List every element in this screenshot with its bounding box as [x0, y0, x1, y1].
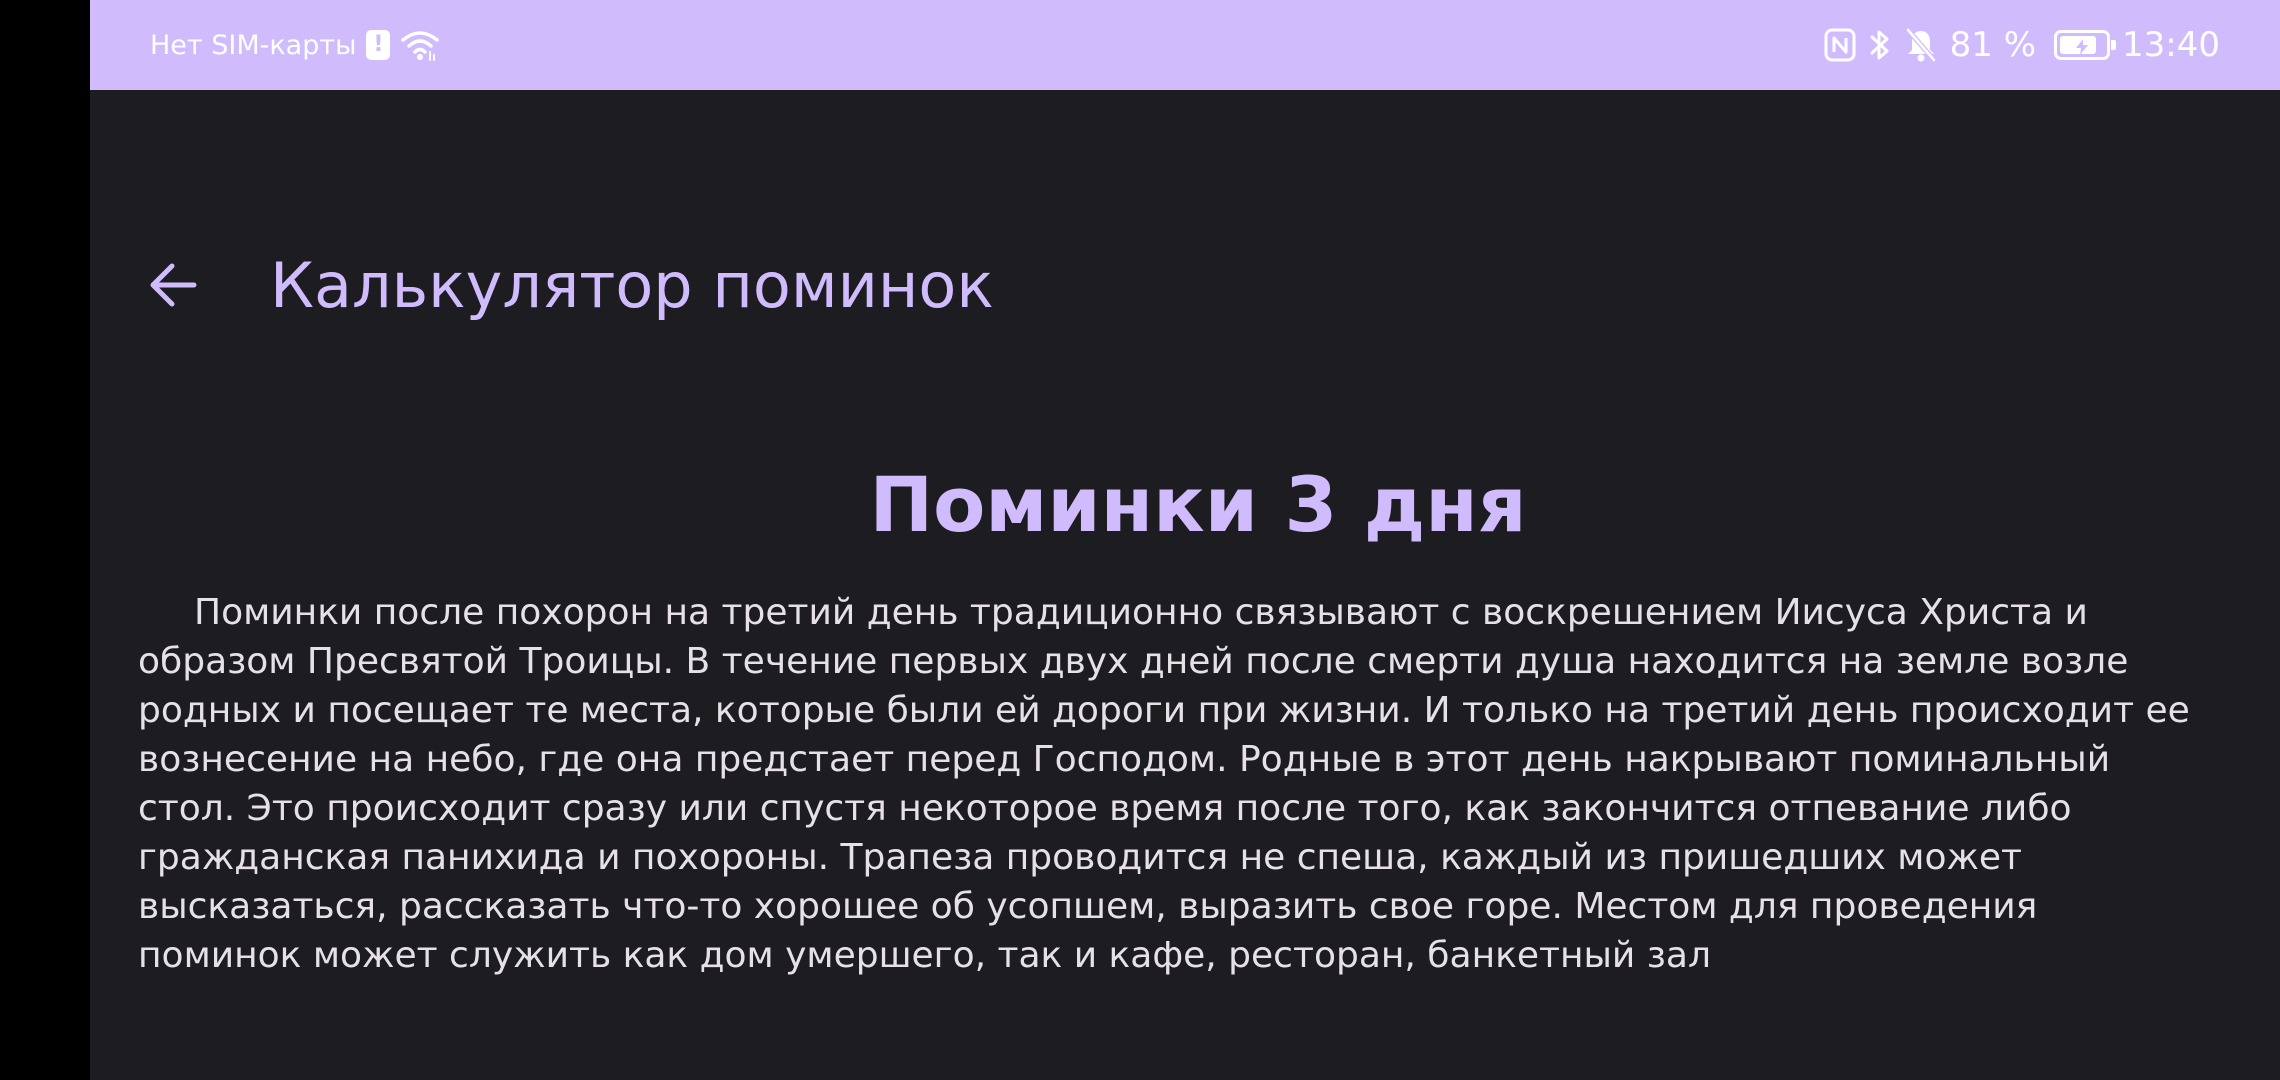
- bell-off-icon: [1904, 27, 1938, 63]
- bluetooth-icon: [1868, 27, 1892, 63]
- status-right: 81 % 13:40: [1824, 0, 2220, 90]
- charging-bolt-icon: [2073, 25, 2091, 65]
- clock: 13:40: [2122, 25, 2220, 65]
- app-bar: Калькулятор поминок: [90, 220, 2280, 350]
- battery-percent: 81 %: [1949, 25, 2037, 65]
- app-screen: Нет SIM-карты ! 81 % 13:40 Калькулятор п…: [90, 0, 2280, 1080]
- battery-cap: [2111, 40, 2117, 50]
- arrow-back-icon: [150, 263, 197, 307]
- page-title: Калькулятор поминок: [270, 249, 994, 322]
- nfc-icon: [1824, 28, 1856, 62]
- wifi-icon: [400, 28, 440, 62]
- status-bar: Нет SIM-карты ! 81 % 13:40: [90, 0, 2280, 90]
- carrier-text: Нет SIM-карты: [150, 29, 357, 61]
- back-button[interactable]: [130, 242, 216, 328]
- status-left: Нет SIM-карты !: [150, 0, 440, 90]
- battery-charging-icon: [2054, 30, 2117, 60]
- article-content: Поминки 3 дня Поминки после похорон на т…: [138, 450, 2198, 983]
- sim-alert-icon: !: [366, 30, 391, 60]
- article-heading: Поминки 3 дня: [869, 460, 1527, 549]
- article-body: Поминки после похорон на третий день тра…: [138, 592, 2190, 976]
